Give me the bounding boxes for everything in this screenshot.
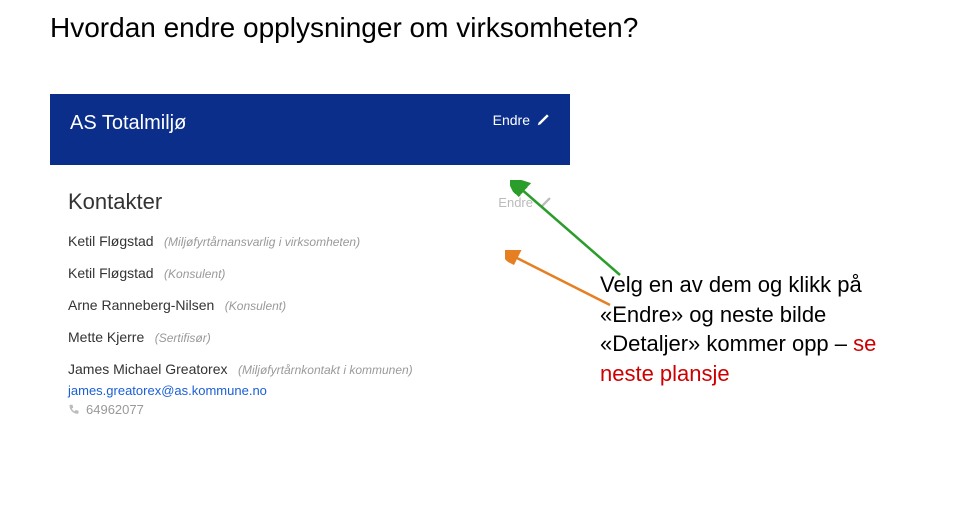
contact-row: Arne Ranneberg-Nilsen (Konsulent): [68, 297, 552, 315]
page-title: Hvordan endre opplysninger om virksomhet…: [0, 0, 960, 44]
contacts-heading: Kontakter: [68, 189, 162, 215]
app-panel: AS Totalmiljø Endre Kontakter Endre Keti…: [50, 94, 570, 441]
edit-label: Endre: [493, 112, 530, 128]
contact-name: James Michael Greatorex: [68, 361, 228, 377]
contact-role: (Konsulent): [164, 267, 225, 281]
contact-name: Arne Ranneberg-Nilsen: [68, 297, 214, 313]
contact-role: (Miljøfyrtårnansvarlig i virksomheten): [164, 235, 360, 249]
phone-icon: [68, 404, 80, 416]
pencil-icon: [536, 113, 550, 127]
contact-role: (Miljøfyrtårnkontakt i kommunen): [238, 363, 413, 377]
edit-company-button[interactable]: Endre: [493, 112, 550, 128]
contact-phone: 64962077: [68, 402, 552, 417]
callout-text: Velg en av dem og klikk på «Endre» og ne…: [600, 272, 862, 356]
contact-role: (Sertifisør): [155, 331, 211, 345]
contact-role: (Konsulent): [225, 299, 286, 313]
contact-name: Mette Kjerre: [68, 329, 144, 345]
contact-row: Ketil Fløgstad (Miljøfyrtårnansvarlig i …: [68, 233, 552, 251]
contact-row: James Michael Greatorex (Miljøfyrtårnkon…: [68, 361, 552, 417]
contact-name: Ketil Fløgstad: [68, 233, 154, 249]
contacts-panel: Kontakter Endre Ketil Fløgstad (Miljøfyr…: [50, 165, 570, 441]
phone-number: 64962077: [86, 402, 144, 417]
instruction-callout: Velg en av dem og klikk på «Endre» og ne…: [600, 270, 900, 389]
annotation-arrow-orange: [505, 250, 615, 310]
contact-email[interactable]: james.greatorex@as.kommune.no: [68, 383, 552, 398]
company-name: AS Totalmiljø: [70, 112, 186, 135]
contact-name: Ketil Fløgstad: [68, 265, 154, 281]
contact-row: Ketil Fløgstad (Konsulent): [68, 265, 552, 283]
contact-row: Mette Kjerre (Sertifisør): [68, 329, 552, 347]
company-header: AS Totalmiljø Endre: [50, 94, 570, 165]
